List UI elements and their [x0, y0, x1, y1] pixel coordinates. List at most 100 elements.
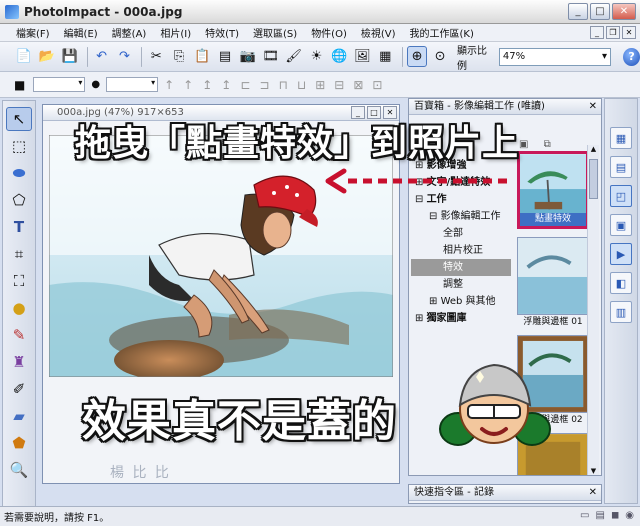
open-folder-icon[interactable]: 📂 [37, 46, 57, 67]
collapse-icon[interactable]: ⊟ [429, 211, 441, 222]
gallery-icon[interactable]: ◰ [610, 185, 632, 207]
quick-panel-close-icon[interactable]: ✕ [589, 485, 597, 501]
eraser-tool-icon[interactable]: ▰ [6, 404, 32, 428]
expand-icon[interactable]: ⊞ [429, 296, 441, 307]
size-combo[interactable]: ▾ [106, 77, 159, 92]
marquee-tool-icon[interactable]: ⬚ [6, 134, 32, 158]
panel-close-icon[interactable]: ✕ [589, 99, 597, 115]
status-icons: ▭ ▤ ◼ ◉ [580, 510, 634, 521]
tree-item[interactable]: 相片校正 [411, 242, 511, 259]
thumbnail-caption: 點畫特效 [520, 213, 586, 226]
tree-item[interactable]: 全部 [411, 225, 511, 242]
mode-combo[interactable]: ▾ [33, 77, 86, 92]
arrow-up-icon[interactable]: ↑ [183, 78, 193, 92]
tree-item[interactable]: ⊟ 影像編輯工作 [411, 208, 511, 225]
retouch-tool-icon[interactable]: ✐ [6, 377, 32, 401]
redo-icon[interactable]: ↷ [115, 46, 135, 67]
doc-restore-button[interactable]: ❐ [606, 26, 620, 39]
toolbar-separator [141, 46, 143, 67]
attributes-icon[interactable]: ▣ [610, 214, 632, 236]
watermark: 楊 比 比 [110, 465, 171, 481]
mascot-icon [439, 363, 551, 446]
layer-manager-icon[interactable]: ▦ [610, 127, 632, 149]
arrow-up-icon[interactable]: ↥ [221, 78, 231, 92]
scroll-down-icon[interactable]: ▼ [588, 467, 599, 475]
menu-object[interactable]: 物件(O) [311, 25, 347, 40]
image-icon[interactable]: 🖼 [352, 46, 372, 67]
align-icon[interactable]: ⊞ [315, 78, 325, 92]
paint-brush-icon[interactable]: ✎ [6, 323, 32, 347]
brush-icon[interactable]: 🖌 [284, 46, 304, 67]
layout-icon[interactable]: ▦ [375, 46, 395, 67]
scroll-up-icon[interactable]: ▲ [588, 145, 599, 153]
align-icon[interactable]: ⊓ [278, 78, 287, 92]
thumbnail-emboss-frame-01[interactable]: 浮雕與邊框 01 [517, 237, 589, 327]
camera-panel-icon[interactable]: ◧ [610, 272, 632, 294]
dodge-tool-icon[interactable]: ● [6, 296, 32, 320]
toolbar-separator [402, 46, 404, 67]
stamp-tool-icon[interactable]: ♜ [6, 350, 32, 374]
arrow-up-icon[interactable]: ↑ [164, 78, 174, 92]
align-icon[interactable]: ⊟ [334, 78, 344, 92]
standard-toolbar: 📄 📂 💾 ↶ ↷ ✂ ⎘ 📋 ▤ 📷 🎞 🖌 ☀ 🌐 🖼 ▦ ⊕ ⊙ 顯示比例… [0, 42, 640, 72]
shape-tool-icon[interactable]: ⬠ [6, 188, 32, 212]
easypalette-icon[interactable]: ▤ [610, 156, 632, 178]
ellipse-tool-icon[interactable]: ⬬ [6, 161, 32, 185]
status-text: 若需要說明，請按 F1。 [4, 513, 110, 524]
tree-item[interactable]: ⊞ 獨家圖庫 [411, 310, 511, 327]
play-icon[interactable]: ▶ [610, 243, 632, 265]
align-icon[interactable]: ⊏ [240, 78, 250, 92]
align-icon[interactable]: ⊡ [372, 78, 382, 92]
menu-view[interactable]: 檢視(V) [361, 25, 396, 40]
expand-icon[interactable]: ⊞ [415, 313, 427, 324]
menu-adjust[interactable]: 調整(A) [112, 25, 147, 40]
film-icon[interactable]: 🎞 [261, 46, 281, 67]
collapse-icon[interactable]: ⊟ [415, 194, 427, 205]
paste-icon[interactable]: 📋 [192, 46, 212, 67]
align-icon[interactable]: ⊔ [297, 78, 306, 92]
arrow-up-icon[interactable]: ↥ [202, 78, 212, 92]
minimize-button[interactable]: _ [568, 3, 588, 20]
scroll-thumb[interactable] [589, 159, 598, 199]
pointer-tool-icon[interactable]: ↖ [6, 107, 32, 131]
zoom-tool-icon[interactable]: 🔍 [6, 458, 32, 482]
text-tool-icon[interactable]: T [6, 215, 32, 239]
tool-panel: ↖ ⬚ ⬬ ⬠ T ⌗ ⛶ ● ✎ ♜ ✐ ▰ ⬟ 🔍 [2, 100, 36, 516]
align-icon[interactable]: ⊐ [259, 78, 269, 92]
menu-workspace[interactable]: 我的工作區(K) [410, 25, 474, 40]
doc-minimize-button[interactable]: _ [590, 26, 604, 39]
menu-selection[interactable]: 選取區(S) [253, 25, 297, 40]
copy-icon[interactable]: ⎘ [169, 46, 189, 67]
camera-icon[interactable]: 📷 [238, 46, 258, 67]
help-icon[interactable]: ? [623, 47, 640, 66]
fill-tool-icon[interactable]: ⬟ [6, 431, 32, 455]
thumbnail-pointillism[interactable]: 點畫特效 [517, 151, 589, 229]
sun-icon[interactable]: ☀ [307, 46, 327, 67]
magnify-icon[interactable]: ⊙ [430, 46, 450, 67]
align-icon[interactable]: ⊠ [353, 78, 363, 92]
menu-file[interactable]: 檔案(F) [16, 25, 50, 40]
tree-item[interactable]: 調整 [411, 276, 511, 293]
undo-icon[interactable]: ↶ [92, 46, 112, 67]
histogram-icon[interactable]: ▥ [610, 301, 632, 323]
doc-close-button[interactable]: ✕ [622, 26, 636, 39]
globe-icon[interactable]: 🌐 [329, 46, 349, 67]
menu-edit[interactable]: 編輯(E) [64, 25, 98, 40]
cut-icon[interactable]: ✂ [146, 46, 166, 67]
menu-photo[interactable]: 相片(I) [160, 25, 191, 40]
maximize-button[interactable]: □ [590, 3, 610, 20]
tree-item[interactable]: ⊞ Web 與其他 [411, 293, 511, 310]
menu-effect[interactable]: 特效(T) [205, 25, 239, 40]
tutorial-headline: 拖曳「點畫特效」到照片上 [75, 123, 520, 164]
transform-tool-icon[interactable]: ⛶ [6, 269, 32, 293]
close-button[interactable]: ✕ [612, 3, 636, 20]
zoom-select[interactable]: 47% ▾ [498, 47, 612, 66]
color-swatch-icon[interactable]: ■ [14, 78, 25, 92]
save-icon[interactable]: 💾 [60, 46, 80, 67]
thumbnail-scrollbar[interactable]: ▲ ▼ [587, 145, 599, 475]
new-file-icon[interactable]: 📄 [14, 46, 34, 67]
chart-icon[interactable]: ▤ [215, 46, 235, 67]
crop-tool-icon[interactable]: ⌗ [6, 242, 32, 266]
magnify-fit-icon[interactable]: ⊕ [407, 46, 428, 67]
tree-item[interactable]: 特效 [411, 259, 511, 276]
